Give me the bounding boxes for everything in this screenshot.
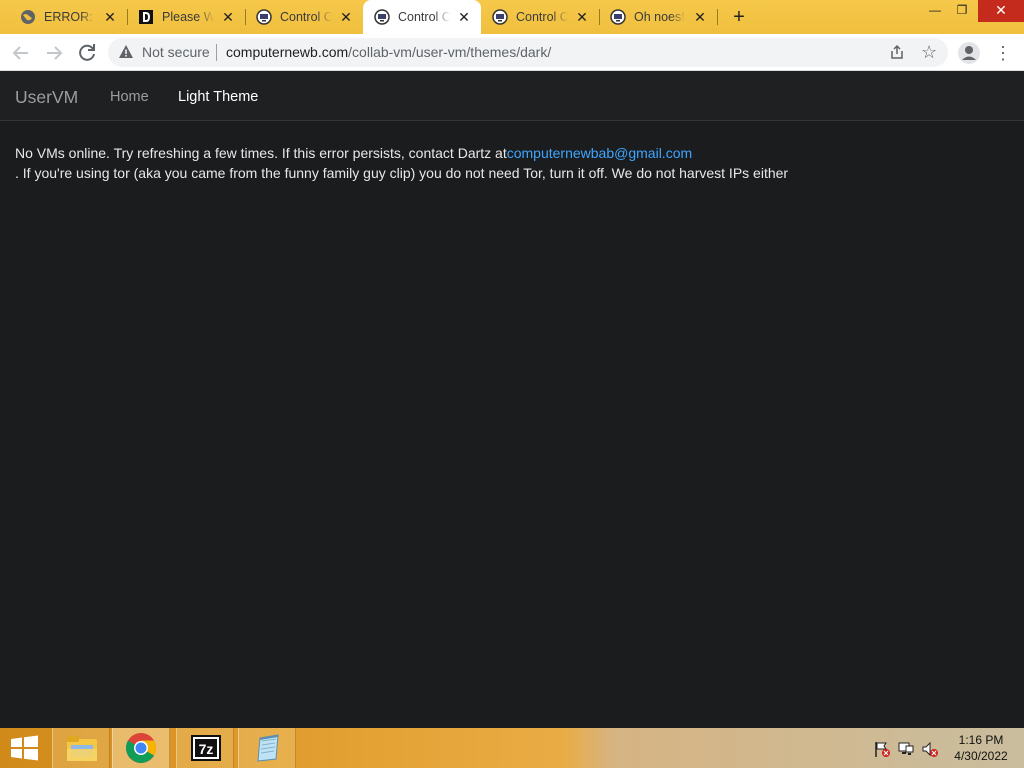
tab-title: ERROR: The [44,10,96,24]
collabvm-icon [256,9,272,25]
globe-icon [21,10,35,24]
tab-strip: ERROR: The ✕ Please Wait ✕ Control Colla… [0,0,1024,34]
tab-oh-noes[interactable]: Oh noes! ✕ [590,0,717,34]
volume-muted-icon[interactable] [921,740,939,758]
contact-email-link[interactable]: computernewbab@gmail.com [507,145,692,161]
person-icon [962,46,976,60]
url-host: computernewb.com [226,44,349,60]
close-tab-icon[interactable]: ✕ [456,9,472,25]
restore-button[interactable]: ❐ [947,0,977,22]
browser-menu-icon[interactable]: ⋮ [994,41,1012,65]
tab-control-collab-2[interactable]: Control Collab ✕ [363,0,481,34]
svg-text:7z: 7z [199,741,214,757]
chrome-icon [126,733,157,763]
folder-icon [67,736,97,761]
new-tab-button[interactable]: + [729,7,749,27]
nav-home-link[interactable]: Home [110,88,149,106]
taskbar-7zip[interactable]: 7z [176,728,234,768]
tab-control-collab-3[interactable]: Control Collab ✕ [472,0,599,34]
tab-title: Control Collab [398,10,450,24]
nav-light-theme-link[interactable]: Light Theme [178,88,258,106]
close-window-button[interactable]: ✕ [978,0,1024,22]
tab-separator [717,9,718,25]
clock-date: 4/30/2022 [954,749,1008,763]
close-tab-icon[interactable]: ✕ [102,9,118,25]
d-logo-icon [139,10,153,24]
minimize-button[interactable]: — [920,0,950,22]
7zip-icon: 7z [191,735,221,761]
notepad-icon [257,734,279,762]
tab-please-wait[interactable]: Please Wait ✕ [118,0,245,34]
taskbar-notepad[interactable] [238,728,296,768]
bookmark-star-icon[interactable]: ☆ [921,42,937,62]
clock-time: 1:16 PM [958,733,1004,747]
tab-title: Control Collab [280,10,332,24]
close-tab-icon[interactable]: ✕ [692,9,708,25]
message-text: No VMs online. Try refreshing a few time… [15,145,507,161]
warning-icon[interactable] [118,44,134,60]
close-tab-icon[interactable]: ✕ [220,9,236,25]
tab-title: Oh noes! [634,10,685,24]
not-secure-label[interactable]: Not secure [142,45,210,60]
profile-avatar[interactable] [958,42,980,64]
close-tab-icon[interactable]: ✕ [574,9,590,25]
no-vms-message: No VMs online. Try refreshing a few time… [15,143,1005,183]
taskbar-clock[interactable]: 1:16 PM 4/30/2022 [946,732,1016,764]
tab-title: Control Collab [516,10,568,24]
taskbar-chrome[interactable] [112,728,170,768]
tab-control-collab-1[interactable]: Control Collab ✕ [236,0,363,34]
message-line-2: . If you're using tor (aka you came from… [15,165,789,181]
taskbar-file-explorer[interactable] [52,728,110,768]
forward-button[interactable] [42,41,66,65]
reload-button[interactable] [75,41,99,65]
network-icon[interactable] [897,740,915,758]
collabvm-icon [492,9,508,25]
message-line-1: No VMs online. Try refreshing a few time… [15,143,1005,163]
action-center-flag-icon[interactable] [873,740,891,758]
address-bar[interactable]: Not secure computernewb.com/collab-vm/us… [108,38,948,67]
address-separator [216,44,217,61]
site-brand[interactable]: UserVM [15,87,78,107]
site-navbar: UserVM Home Light Theme [0,71,1024,121]
browser-toolbar: Not secure computernewb.com/collab-vm/us… [0,34,1024,71]
arrow-right-icon [47,46,63,60]
windows-logo-icon [11,735,38,761]
reload-icon [79,44,95,61]
collabvm-icon [610,9,626,25]
share-icon[interactable] [889,44,905,60]
start-button[interactable] [0,728,50,768]
tab-title: Please Wait [162,10,214,24]
url-text[interactable]: computernewb.com/collab-vm/user-vm/theme… [226,45,551,60]
collabvm-icon [374,9,390,25]
back-button[interactable] [9,41,33,65]
close-tab-icon[interactable]: ✕ [338,9,354,25]
windows-taskbar: 7z [0,728,1024,768]
url-path: /collab-vm/user-vm/themes/dark/ [348,44,552,60]
arrow-left-icon [12,46,28,60]
tab-error[interactable]: ERROR: The ✕ [0,0,127,34]
